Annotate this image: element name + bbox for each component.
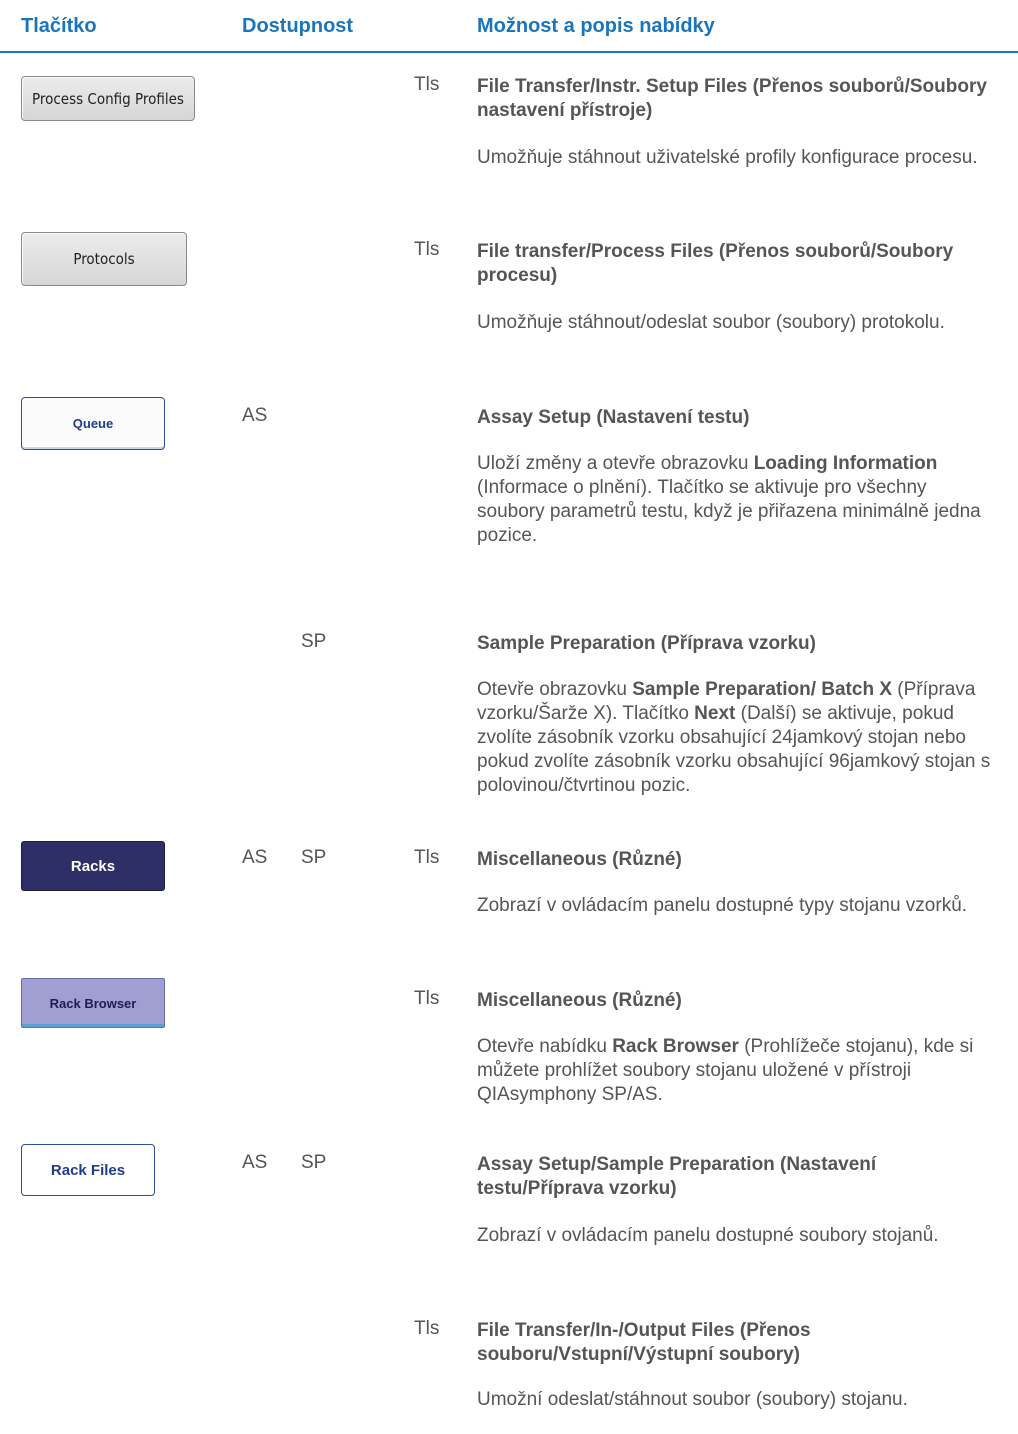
entry-description: Zobrazí v ovládacím panelu dostupné typy… <box>477 895 968 916</box>
entry-title: Assay Setup (Nastavení testu) <box>477 407 750 428</box>
entry-description: Otevře nabídku Rack Browser (Prohlížeče … <box>477 1036 974 1105</box>
entry-title: Miscellaneous (Různé) <box>477 990 682 1011</box>
availability-tls: Tls <box>414 988 440 1009</box>
availability-tls: Tls <box>414 1318 440 1339</box>
availability-tls: Tls <box>414 239 440 260</box>
availability-as: AS <box>242 1152 268 1173</box>
protocols-button[interactable]: Protocols <box>21 232 187 286</box>
header-rule <box>0 51 1018 53</box>
column-header-description: Možnost a popis nabídky <box>477 15 715 37</box>
entry-description: Uloží změny a otevře obrazovku Loading I… <box>477 453 981 546</box>
availability-sp: SP <box>301 1152 327 1173</box>
entry-title: Miscellaneous (Různé) <box>477 849 682 870</box>
entry-title: File transfer/Process Files (Přenos soub… <box>477 241 954 286</box>
entry-description: Umožňuje stáhnout/odeslat soubor (soubor… <box>477 312 945 333</box>
racks-button[interactable]: Racks <box>21 841 165 891</box>
entry-description: Umožní odeslat/stáhnout soubor (soubory)… <box>477 1389 908 1410</box>
queue-button[interactable]: Queue <box>21 397 165 450</box>
availability-sp: SP <box>301 631 327 652</box>
availability-tls: Tls <box>414 74 440 95</box>
entry-description: Otevře obrazovku Sample Preparation/ Bat… <box>477 679 991 796</box>
column-header-availability: Dostupnost <box>242 15 354 37</box>
entry-description: Umožňuje stáhnout uživatelské profily ko… <box>477 147 978 168</box>
process-config-profiles-button[interactable]: Process Config Profiles <box>21 76 195 121</box>
availability-as: AS <box>242 405 268 426</box>
rack-browser-button[interactable]: Rack Browser <box>21 978 165 1028</box>
rack-files-button[interactable]: Rack Files <box>21 1144 155 1196</box>
entry-title: Sample Preparation (Příprava vzorku) <box>477 633 816 654</box>
entry-title: Assay Setup/Sample Preparation (Nastaven… <box>477 1154 877 1199</box>
availability-sp: SP <box>301 847 327 868</box>
entry-title: File Transfer/In-/Output Files (Přenos s… <box>477 1320 811 1365</box>
availability-tls: Tls <box>414 847 440 868</box>
entry-description: Zobrazí v ovládacím panelu dostupné soub… <box>477 1225 939 1246</box>
entry-title: File Transfer/Instr. Setup Files (Přenos… <box>477 76 987 121</box>
column-header-button: Tlačítko <box>21 15 97 37</box>
availability-as: AS <box>242 847 268 868</box>
